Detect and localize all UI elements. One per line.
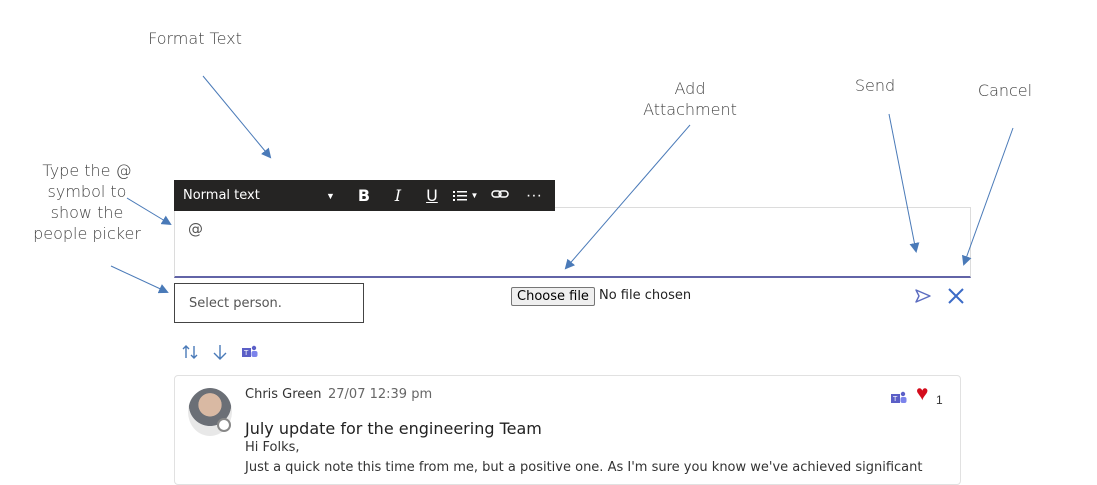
- arrow-down-icon[interactable]: [211, 343, 229, 361]
- annotation-people-picker-line4: people picker: [33, 224, 141, 243]
- like-count: 1: [936, 393, 943, 407]
- post-subject: July update for the engineering Team: [245, 419, 542, 438]
- list-button[interactable]: ▼: [449, 190, 483, 202]
- message-editor[interactable]: @: [174, 207, 971, 278]
- person-picker[interactable]: [174, 283, 364, 323]
- sort-icon[interactable]: [181, 343, 199, 361]
- arrow-select-person: [110, 265, 169, 294]
- choose-file-button[interactable]: Choose file: [511, 287, 595, 306]
- post-greeting: Hi Folks,: [245, 440, 300, 455]
- annotation-send: Send: [854, 76, 896, 95]
- post-body: Just a quick note this time from me, but…: [245, 460, 923, 475]
- chevron-down-icon: ▼: [470, 191, 479, 200]
- post-timestamp: 27/07 12:39 pm: [328, 387, 433, 402]
- arrow-cancel: [962, 127, 1014, 266]
- annotation-people-picker: Type the @ symbol to show the people pic…: [22, 160, 152, 244]
- chevron-down-icon[interactable]: ▼: [326, 191, 335, 201]
- person-picker-input[interactable]: [187, 295, 361, 312]
- teams-icon[interactable]: T: [241, 344, 259, 360]
- underline-button[interactable]: U: [415, 186, 449, 205]
- annotation-format-text: Format Text: [148, 29, 242, 48]
- annotation-people-picker-line3: show the: [50, 203, 124, 222]
- post-author[interactable]: Chris Green: [245, 387, 322, 402]
- post-card[interactable]: Chris Green 27/07 12:39 pm July update f…: [174, 375, 961, 485]
- text-style-dropdown[interactable]: Normal text: [183, 188, 321, 203]
- link-icon: [491, 189, 509, 198]
- annotation-people-picker-line2: symbol to: [47, 182, 127, 201]
- more-options-button[interactable]: ···: [517, 187, 551, 205]
- annotation-cancel: Cancel: [977, 81, 1033, 100]
- format-toolbar: Normal text ▼ B I U ▼ ···: [174, 180, 555, 211]
- link-button[interactable]: [483, 187, 517, 205]
- annotation-add-attachment-line1: Add: [674, 79, 706, 98]
- italic-button[interactable]: I: [381, 186, 415, 205]
- presence-icon: [217, 418, 231, 432]
- close-icon[interactable]: [947, 287, 965, 305]
- bold-button[interactable]: B: [347, 186, 381, 205]
- annotation-add-attachment: Add Attachment: [630, 78, 750, 120]
- svg-text:T: T: [892, 395, 898, 403]
- arrow-format-text: [202, 75, 272, 159]
- annotation-people-picker-line1: Type the @: [42, 161, 132, 180]
- annotation-add-attachment-line2: Attachment: [643, 100, 737, 119]
- heart-icon[interactable]: ♥: [916, 383, 928, 404]
- svg-text:T: T: [243, 349, 249, 357]
- teams-icon[interactable]: T: [890, 390, 908, 406]
- send-icon[interactable]: [914, 288, 932, 304]
- editor-content: @: [188, 220, 203, 238]
- sort-toolbar: T: [181, 343, 259, 361]
- file-status-text: No file chosen: [599, 288, 692, 303]
- list-icon: [453, 190, 468, 201]
